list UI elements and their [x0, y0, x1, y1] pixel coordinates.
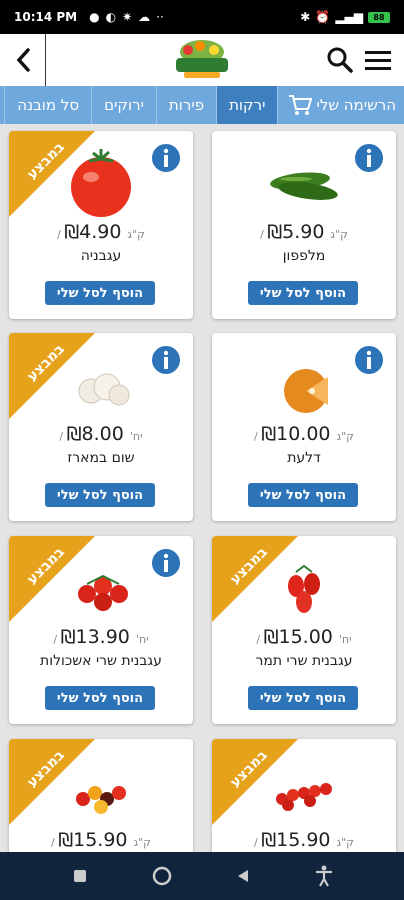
- home-icon[interactable]: [151, 865, 173, 887]
- tab-label: ירקות: [229, 96, 266, 114]
- add-to-cart-button[interactable]: הוסף לסל שלי: [248, 686, 358, 710]
- currency: ₪: [64, 221, 80, 243]
- category-tabs: הרשימה שלי ירקות פירות ירוקים סל מובנה: [0, 86, 404, 124]
- tab-vegetables[interactable]: ירקות: [216, 86, 278, 124]
- product-name: מלפפון: [282, 248, 326, 264]
- price-value: 13.90: [75, 626, 130, 648]
- info-icon[interactable]: [149, 546, 183, 580]
- currency: ₪: [66, 423, 82, 445]
- tab-label: ירוקים: [104, 96, 144, 114]
- pinwheel-icon: ◐: [105, 10, 117, 24]
- product-name: שום במארז: [67, 450, 135, 466]
- product-card: במבצע / ק"ג ₪15.90: [9, 739, 193, 852]
- product-card: במבצע / יח' ₪13.90 עגבנית שרי אשכולות הו…: [9, 536, 193, 724]
- cherry-tomato-branch-icon: [276, 783, 332, 811]
- product-card: במבצע / ק"ג ₪4.90 עגבניה הוסף לסל שלי: [9, 131, 193, 319]
- add-to-cart-button[interactable]: הוסף לסל שלי: [248, 281, 358, 305]
- accessibility-icon[interactable]: [314, 865, 334, 887]
- product-price: / יח' ₪15.00: [212, 626, 396, 648]
- more-icon: ··: [156, 10, 164, 24]
- whatsapp-icon: ●: [89, 10, 100, 24]
- currency: ₪: [263, 626, 279, 648]
- product-name: עגבניה: [80, 248, 122, 264]
- pumpkin-icon: [284, 369, 328, 413]
- settings-icon: ✷: [122, 10, 133, 24]
- status-time: 10:14 PM: [14, 10, 78, 24]
- back-arrow-icon: [16, 48, 30, 72]
- info-icon[interactable]: [149, 141, 183, 175]
- price-value: 4.90: [79, 221, 122, 243]
- product-price: / ק"ג ₪4.90: [9, 221, 193, 243]
- app-bar: [0, 34, 404, 86]
- product-price: / ק"ג ₪5.90: [212, 221, 396, 243]
- cloud-icon: ☁: [138, 10, 151, 24]
- add-to-cart-button[interactable]: הוסף לסל שלי: [45, 281, 155, 305]
- product-price: / ק"ג ₪15.90: [212, 829, 396, 851]
- product-name: עגבנית שרי תמר: [255, 653, 353, 669]
- price-value: 15.90: [73, 829, 128, 851]
- currency: ₪: [261, 423, 277, 445]
- tab-my-list[interactable]: הרשימה שלי: [277, 86, 404, 124]
- product-price: / יח' ₪13.90: [9, 626, 193, 648]
- status-bar: 10:14 PM ● ◐ ✷ ☁ ·· ✱ ⏰ ▂▄▆ 88: [0, 0, 404, 34]
- price-value: 8.00: [81, 423, 124, 445]
- signal-icon: ▂▄▆: [335, 10, 363, 24]
- cucumbers-icon: [270, 172, 338, 200]
- search-icon: [327, 47, 353, 73]
- recents-icon[interactable]: [70, 866, 90, 886]
- currency: ₪: [60, 626, 76, 648]
- product-price: / ק"ג ₪15.90: [9, 829, 193, 851]
- tab-fruits[interactable]: פירות: [155, 86, 216, 124]
- currency: ₪: [267, 221, 283, 243]
- add-to-cart-button[interactable]: הוסף לסל שלי: [45, 483, 155, 507]
- product-grid: במבצע / ק"ג ₪4.90 עגבניה הוסף לסל שלי / …: [0, 124, 404, 852]
- add-to-cart-button[interactable]: הוסף לסל שלי: [248, 483, 358, 507]
- add-to-cart-button[interactable]: הוסף לסל שלי: [45, 686, 155, 710]
- product-name: דלעת: [287, 450, 321, 466]
- price-value: 10.00: [276, 423, 331, 445]
- date-tomatoes-icon: [288, 564, 320, 613]
- cart-icon: [289, 95, 313, 115]
- product-card: / ק"ג ₪5.90 מלפפון הוסף לסל שלי: [212, 131, 396, 319]
- alarm-icon: ⏰: [315, 10, 331, 24]
- product-card: במבצע / ק"ג ₪15.90: [212, 739, 396, 852]
- tab-basket[interactable]: סל מובנה: [4, 86, 91, 124]
- currency: ₪: [58, 829, 74, 851]
- search-button[interactable]: [326, 46, 354, 74]
- cherry-tomatoes-icon: [78, 574, 128, 611]
- currency: ₪: [261, 829, 277, 851]
- price-value: 15.00: [278, 626, 333, 648]
- tab-label: פירות: [168, 96, 205, 114]
- back-icon[interactable]: [233, 866, 253, 886]
- store-logo: [176, 40, 228, 78]
- back-button[interactable]: [0, 34, 46, 86]
- product-price: / ק"ג ₪10.00: [212, 423, 396, 445]
- menu-button[interactable]: [364, 48, 392, 72]
- product-name: עגבנית שרי אשכולות: [40, 653, 162, 669]
- system-nav-bar: [0, 852, 404, 900]
- info-icon[interactable]: [352, 343, 386, 377]
- battery-icon: 88: [368, 11, 390, 23]
- info-icon[interactable]: [352, 141, 386, 175]
- product-price: / יח' ₪8.00: [9, 423, 193, 445]
- product-card: במבצע / יח' ₪15.00 עגבנית שרי תמר הוסף ל…: [212, 536, 396, 724]
- price-value: 15.90: [276, 829, 331, 851]
- tomato-icon: [71, 149, 131, 217]
- tab-label: הרשימה שלי: [316, 96, 396, 114]
- bluetooth-icon: ✱: [300, 10, 311, 24]
- garlic-icon: [78, 373, 130, 406]
- tab-greens[interactable]: ירוקים: [91, 86, 156, 124]
- tab-label: סל מובנה: [17, 96, 80, 114]
- info-icon[interactable]: [149, 343, 183, 377]
- hamburger-icon: [365, 51, 391, 70]
- product-card: במבצע / יח' ₪8.00 שום במארז הוסף לסל שלי: [9, 333, 193, 521]
- price-value: 5.90: [282, 221, 325, 243]
- mixed-cherry-tomatoes-icon: [76, 786, 126, 814]
- product-card: / ק"ג ₪10.00 דלעת הוסף לסל שלי: [212, 333, 396, 521]
